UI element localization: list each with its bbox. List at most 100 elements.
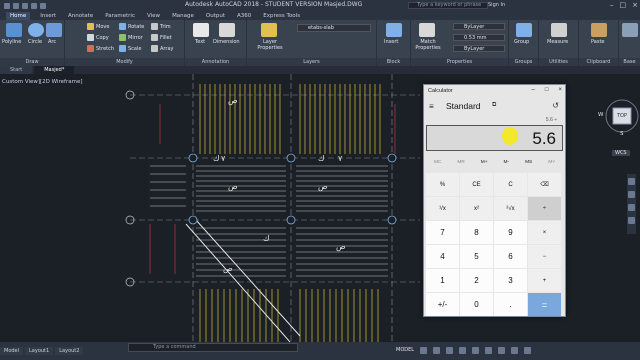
steering-wheel-icon[interactable] — [628, 178, 635, 185]
paste-button[interactable]: Paste — [591, 39, 605, 45]
sign-in-link[interactable]: Sign In — [488, 2, 505, 8]
layout-tab-model[interactable]: Model — [0, 347, 24, 355]
arc-button[interactable]: Arc — [48, 39, 56, 45]
app-menu-icon[interactable] — [4, 2, 10, 9]
array-button[interactable]: Array — [151, 45, 173, 52]
add-button[interactable]: + — [528, 269, 561, 292]
match-properties-icon[interactable] — [419, 23, 435, 37]
digit-5-button[interactable]: 5 — [460, 245, 493, 268]
stretch-button[interactable]: Stretch — [87, 45, 114, 52]
zoom-icon[interactable] — [628, 204, 635, 211]
digit-0-button[interactable]: 0 — [460, 293, 493, 316]
text-icon[interactable] — [193, 23, 209, 37]
trim-button[interactable]: Trim — [151, 23, 171, 30]
pan-icon[interactable] — [628, 191, 635, 198]
clear-entry-button[interactable]: CE — [460, 173, 493, 196]
save-icon[interactable] — [31, 2, 37, 9]
square-root-button[interactable]: ²√x — [494, 197, 527, 220]
divide-button[interactable]: ÷ — [528, 197, 561, 220]
percent-button[interactable]: % — [426, 173, 459, 196]
open-file-icon[interactable] — [22, 2, 28, 9]
base-icon[interactable] — [622, 23, 638, 37]
calculator-close-icon[interactable]: × — [558, 87, 562, 93]
equals-button[interactable]: = — [528, 293, 561, 316]
measure-button[interactable]: Measure — [547, 39, 568, 45]
tab-manage[interactable]: Manage — [170, 13, 196, 19]
digit-7-button[interactable]: 7 — [426, 221, 459, 244]
digit-2-button[interactable]: 2 — [460, 269, 493, 292]
scale-button[interactable]: Scale — [119, 45, 141, 52]
color-dropdown[interactable]: ByLayer — [453, 23, 505, 30]
customization-icon[interactable] — [524, 347, 531, 354]
paste-icon[interactable] — [591, 23, 607, 37]
calculator-maximize-icon[interactable]: □ — [545, 87, 549, 93]
layout-tab-layout2[interactable]: Layout2 — [55, 347, 84, 355]
layer-dropdown[interactable]: etabs-slab — [297, 24, 371, 32]
base-panel-label[interactable]: Base — [619, 58, 640, 66]
measure-icon[interactable] — [551, 23, 567, 37]
circle-icon[interactable] — [28, 23, 44, 37]
tab-express-tools[interactable]: Express Tools — [261, 13, 302, 19]
tab-view[interactable]: View — [145, 13, 162, 19]
lineweight-toggle-icon[interactable] — [485, 347, 492, 354]
negate-button[interactable]: +/- — [426, 293, 459, 316]
subtract-button[interactable]: − — [528, 245, 561, 268]
history-icon[interactable]: ↺ — [552, 101, 559, 110]
orbit-icon[interactable] — [628, 217, 635, 224]
reciprocal-button[interactable]: ¹/x — [426, 197, 459, 220]
command-line-input[interactable]: Type a command — [128, 343, 298, 352]
digit-3-button[interactable]: 3 — [494, 269, 527, 292]
keep-on-top-icon[interactable]: ⧉ — [492, 102, 496, 109]
clipboard-panel-label[interactable]: Clipboard — [579, 58, 618, 66]
draw-panel-label[interactable]: Draw — [0, 58, 64, 66]
tab-output[interactable]: Output — [204, 13, 227, 19]
new-file-icon[interactable] — [13, 2, 19, 9]
mirror-button[interactable]: Mirror — [119, 34, 143, 41]
arc-icon[interactable] — [46, 23, 62, 37]
search-input[interactable]: Type a keyword or phrase — [408, 2, 488, 9]
match-properties-button[interactable]: Match Properties — [413, 39, 443, 51]
model-space-button[interactable]: MODEL — [396, 347, 414, 353]
properties-panel-label[interactable]: Properties — [411, 58, 508, 66]
digit-9-button[interactable]: 9 — [494, 221, 527, 244]
digit-4-button[interactable]: 4 — [426, 245, 459, 268]
layers-panel-label[interactable]: Layers — [247, 58, 376, 66]
annotation-panel-label[interactable]: Annotation — [185, 58, 246, 66]
text-button[interactable]: Text — [195, 39, 205, 45]
layout-tab-layout1[interactable]: Layout1 — [25, 347, 54, 355]
groups-panel-label[interactable]: Groups — [509, 58, 538, 66]
tab-insert[interactable]: Insert — [38, 13, 58, 19]
move-button[interactable]: Move — [87, 23, 109, 30]
multiply-button[interactable]: × — [528, 221, 561, 244]
insert-icon[interactable] — [386, 23, 402, 37]
polyline-icon[interactable] — [6, 23, 22, 37]
block-panel-label[interactable]: Block — [377, 58, 410, 66]
wcs-button[interactable]: WCS — [612, 150, 630, 156]
dimension-icon[interactable] — [219, 23, 235, 37]
file-tab-masjed[interactable]: Masjed* — [34, 66, 75, 74]
memory-subtract-button[interactable]: M- — [504, 160, 510, 170]
compass-west-label[interactable]: W — [598, 112, 603, 118]
digit-8-button[interactable]: 8 — [460, 221, 493, 244]
fillet-button[interactable]: Fillet — [151, 34, 172, 41]
polyline-button[interactable]: Polyline — [2, 39, 21, 45]
ortho-toggle-icon[interactable] — [446, 347, 453, 354]
polar-toggle-icon[interactable] — [459, 347, 466, 354]
layer-properties-icon[interactable] — [261, 23, 277, 37]
compass-south-label[interactable]: S — [620, 131, 624, 137]
viewcube-top-label[interactable]: TOP — [617, 113, 627, 119]
group-button[interactable]: Group — [514, 39, 529, 45]
insert-button[interactable]: Insert — [384, 39, 398, 45]
file-tab-start[interactable]: Start — [0, 66, 33, 74]
tab-annotate[interactable]: Annotate — [66, 13, 95, 19]
tab-home[interactable]: Home — [6, 11, 31, 20]
square-button[interactable]: x² — [460, 197, 493, 220]
dimension-button[interactable]: Dimension — [213, 39, 240, 45]
memory-store-button[interactable]: MS — [525, 160, 532, 170]
workspace-icon[interactable] — [511, 347, 518, 354]
maximize-icon[interactable]: □ — [620, 1, 627, 9]
copy-button[interactable]: Copy — [87, 34, 109, 41]
layer-properties-button[interactable]: Layer Properties — [253, 39, 287, 51]
minimize-icon[interactable]: – — [610, 1, 614, 9]
snap-toggle-icon[interactable] — [433, 347, 440, 354]
